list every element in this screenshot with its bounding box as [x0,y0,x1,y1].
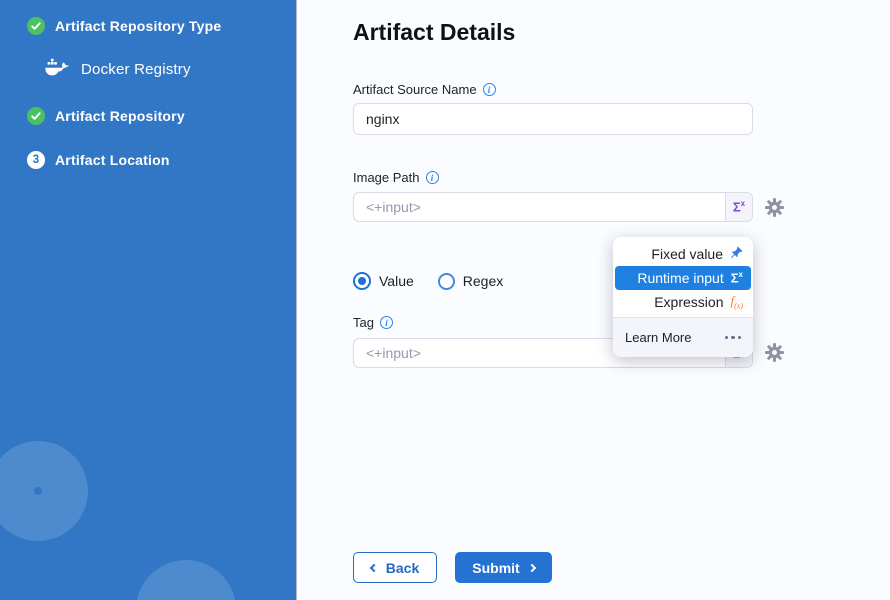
regex-radio[interactable] [438,273,455,290]
image-path-label: Image Path i [353,170,439,185]
check-circle-icon [27,107,45,125]
submit-button[interactable]: Submit [455,552,552,583]
artifact-source-name-label: Artifact Source Name i [353,82,496,97]
label-text: Tag [353,315,374,330]
sigma-icon: Σx [731,271,743,284]
value-radio[interactable] [353,272,371,290]
menu-item-expression[interactable]: Expression f(x) [613,290,753,314]
ellipsis-icon [725,336,742,340]
page-title: Artifact Details [353,19,515,46]
step-label: Artifact Repository [55,108,185,124]
sidebar-step-artifact-repository-type[interactable]: Artifact Repository Type [27,17,221,35]
harness-logo-watermark [0,420,109,561]
sigma-icon: Σx [733,200,745,213]
info-icon[interactable]: i [483,83,496,96]
sidebar-step-artifact-location[interactable]: 3 Artifact Location [27,151,170,169]
substep-label: Docker Registry [81,61,191,78]
image-path-settings-gear-icon[interactable] [765,198,784,217]
sidebar-step-artifact-repository[interactable]: Artifact Repository [27,107,185,125]
tag-mode-radio-group: Value Regex [353,272,503,290]
chevron-right-icon [527,563,535,571]
menu-item-label: Fixed value [651,246,723,262]
artifact-wizard-screen: Artifact Repository Type Docker Registry… [0,0,890,600]
check-circle-icon [27,17,45,35]
artifact-source-name-field [353,103,753,135]
fx-icon: f(x) [730,294,743,311]
runtime-input-type-button[interactable]: Σx [725,193,752,221]
info-icon[interactable]: i [426,171,439,184]
sidebar-substep-docker-registry[interactable]: Docker Registry [45,57,191,82]
label-text: Artifact Source Name [353,82,477,97]
submit-button-label: Submit [472,560,519,576]
image-path-input[interactable] [354,193,725,221]
menu-item-label: Expression [654,294,723,310]
artifact-source-name-input[interactable] [354,104,752,134]
learn-more-row[interactable]: Learn More [613,317,753,357]
back-button-label: Back [386,560,419,576]
harness-logo-watermark [115,539,256,600]
wizard-sidebar: Artifact Repository Type Docker Registry… [0,0,297,600]
input-type-options: Fixed value Runtime input Σx Expression … [613,237,753,317]
menu-item-fixed-value[interactable]: Fixed value [613,242,753,266]
tag-settings-gear-icon[interactable] [765,343,784,362]
info-icon[interactable]: i [380,316,393,329]
tag-label: Tag i [353,315,393,330]
back-button[interactable]: Back [353,552,437,583]
step-number-badge: 3 [27,151,45,169]
label-text: Image Path [353,170,420,185]
learn-more-label: Learn More [625,330,691,345]
step-label: Artifact Location [55,152,170,168]
menu-item-runtime-input[interactable]: Runtime input Σx [615,266,751,290]
input-type-dropdown-menu: Fixed value Runtime input Σx Expression … [613,237,753,357]
regex-radio-label: Regex [463,273,503,289]
docker-icon [45,57,70,82]
menu-item-label: Runtime input [637,270,723,286]
step-label: Artifact Repository Type [55,18,221,34]
value-radio-label: Value [379,273,414,289]
pin-icon [730,246,743,262]
image-path-field: Σx [353,192,753,222]
chevron-left-icon [370,563,378,571]
